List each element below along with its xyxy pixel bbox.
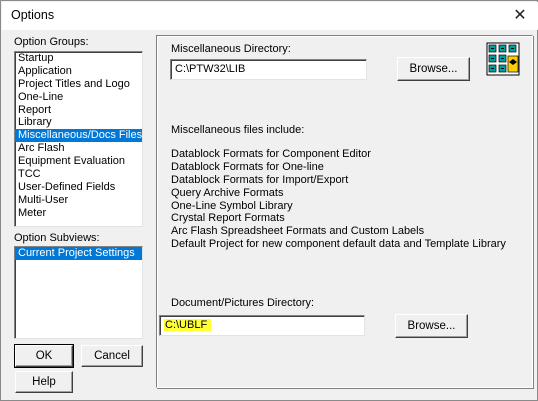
misc-file-item: Arc Flash Spreadsheet Formats and Custom… (171, 225, 425, 238)
help-button[interactable]: Help (15, 371, 73, 393)
document-directory-value: C:\UBLF (164, 319, 212, 331)
option-groups-list[interactable]: Startup Application Project Titles and Log… (14, 51, 143, 227)
document-directory-input[interactable]: C:\UBLF (159, 315, 365, 336)
option-group-item[interactable]: Multi-User (15, 194, 142, 207)
misc-file-item: Crystal Report Formats (171, 212, 285, 225)
option-group-item[interactable]: TCC (15, 168, 142, 181)
option-group-item[interactable]: Miscellaneous/Docs Files (15, 129, 142, 143)
option-group-item[interactable]: Arc Flash (15, 142, 142, 155)
misc-file-item: One-Line Symbol Library (171, 199, 293, 212)
options-dialog: Options ✕ Option Groups: Startup Applicat… (0, 0, 538, 401)
option-group-item[interactable]: Project Titles and Logo (15, 78, 142, 91)
option-subviews-list[interactable]: Current Project Settings (14, 246, 143, 339)
option-groups-label: Option Groups: (14, 36, 89, 48)
misc-file-item: Datablock Formats for Component Editor (171, 148, 371, 160)
files-cabinet-icon (486, 42, 520, 76)
close-icon[interactable]: ✕ (510, 6, 530, 26)
misc-file-item: Datablock Formats for Import/Export (171, 173, 349, 186)
cancel-button[interactable]: Cancel (81, 345, 143, 367)
option-group-item[interactable]: Application (15, 65, 142, 78)
option-group-item[interactable]: Startup (15, 52, 142, 65)
ok-button[interactable]: OK (14, 344, 74, 368)
misc-file-item: Query Archive Formats (171, 186, 284, 199)
misc-files-heading: Miscellaneous files include: (171, 124, 305, 136)
misc-file-item: Default Project for new component defaul… (171, 238, 506, 251)
option-subviews-label: Option Subviews: (14, 232, 100, 244)
window-title: Options (11, 8, 55, 22)
misc-directory-input[interactable]: C:\PTW32\LIB (170, 59, 367, 80)
title-bar: Options ✕ (2, 2, 538, 30)
option-group-item[interactable]: One-Line (15, 91, 142, 104)
document-directory-label: Document/Pictures Directory: (171, 297, 315, 309)
option-group-item[interactable]: Library (15, 116, 142, 129)
option-subview-item[interactable]: Current Project Settings (15, 247, 142, 260)
option-group-item[interactable]: Report (15, 104, 142, 117)
misc-browse-button[interactable]: Browse... (397, 57, 470, 81)
misc-directory-label: Miscellaneous Directory: (171, 43, 291, 55)
option-group-item[interactable]: Equipment Evaluation (15, 155, 142, 168)
option-group-item[interactable]: User-Defined Fields (15, 181, 142, 194)
document-browse-button[interactable]: Browse... (395, 314, 468, 338)
misc-files-list: Datablock Formats for Component Editor Da… (171, 148, 506, 251)
misc-file-item: Datablock Formats for One-line (171, 160, 324, 173)
option-group-item[interactable]: Meter (15, 207, 142, 220)
